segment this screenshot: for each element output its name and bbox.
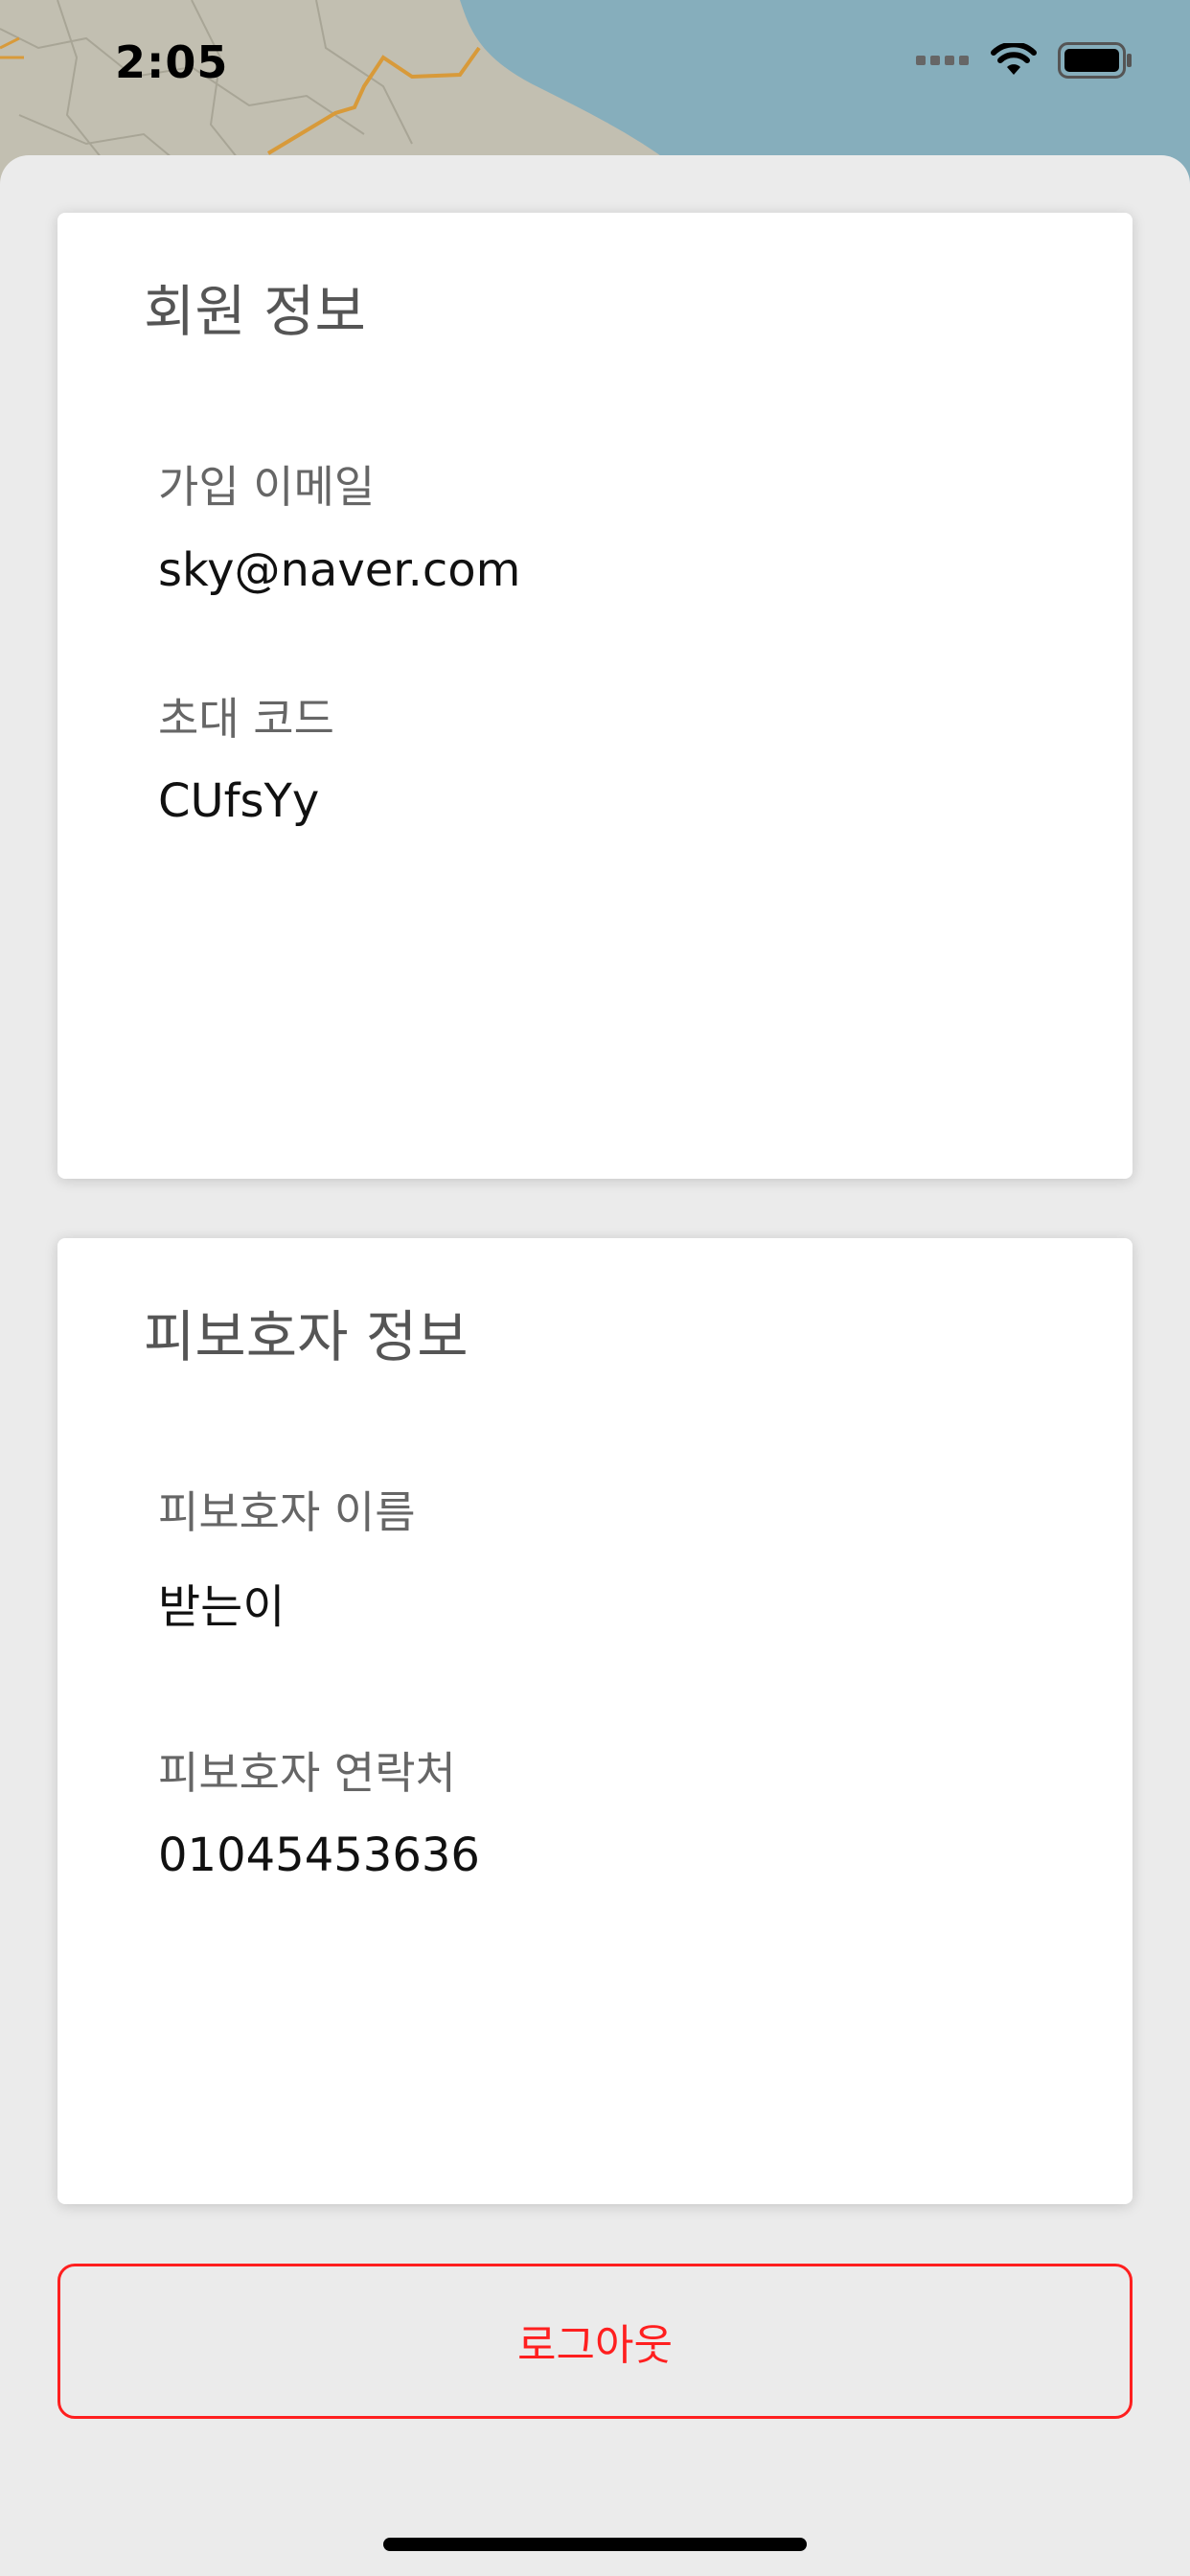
member-info-card: 회원 정보 가입 이메일 sky@naver.com 초대 코드 CUfsYy: [57, 213, 1133, 1179]
ward-info-title: 피보호자 정보: [144, 1304, 469, 1369]
home-indicator: [383, 2538, 807, 2551]
logout-button[interactable]: 로그아웃: [57, 2264, 1133, 2419]
ward-name-value: 받는이: [158, 1580, 286, 1634]
member-info-title: 회원 정보: [144, 279, 366, 344]
signup-email-value: sky@naver.com: [158, 543, 521, 597]
ward-contact-value: 01045453636: [158, 1828, 480, 1882]
ward-name-label: 피보호자 이름: [158, 1486, 416, 1538]
ward-info-card: 피보호자 정보 피보호자 이름 받는이 피보호자 연락처 01045453636: [57, 1238, 1133, 2204]
ward-contact-label: 피보호자 연락처: [158, 1747, 456, 1799]
invite-code-label: 초대 코드: [158, 693, 334, 745]
wifi-icon: [991, 43, 1037, 78]
status-icons: [916, 42, 1133, 79]
battery-icon: [1058, 42, 1133, 79]
signup-email-label: 가입 이메일: [158, 461, 376, 513]
status-time: 2:05: [115, 36, 229, 88]
cellular-signal-icon: [916, 54, 970, 67]
invite-code-value: CUfsYy: [158, 774, 320, 828]
status-bar: 2:05: [0, 0, 1190, 134]
settings-sheet: 회원 정보 가입 이메일 sky@naver.com 초대 코드 CUfsYy …: [0, 155, 1190, 2576]
